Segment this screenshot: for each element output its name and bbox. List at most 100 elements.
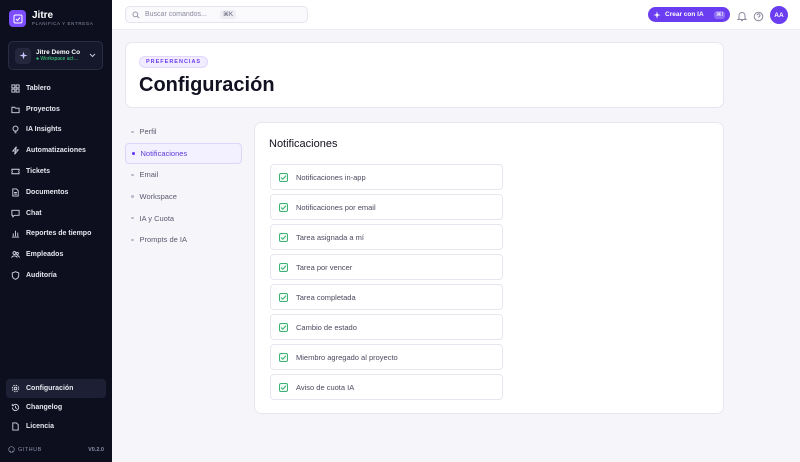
sidebar-footer: GITHUB V0.2.0 (8, 446, 104, 453)
sidebar-item-label: Chat (26, 209, 42, 217)
sidebar-item-licencia[interactable]: Licencia (6, 417, 106, 436)
settings-tab-email[interactable]: Email (125, 164, 242, 186)
sidebar-nav: Tablero Proyectos IA Insights Automatiza… (6, 78, 106, 286)
sidebar-item-label: Configuración (26, 385, 74, 392)
sidebar-item-tickets[interactable]: Tickets (6, 161, 106, 182)
sidebar-item-auditoria[interactable]: Auditoría (6, 265, 106, 286)
ai-button-label: Crear con IA (665, 11, 704, 18)
notification-toggle[interactable]: Notificaciones in-app (270, 164, 503, 190)
bullet-icon (131, 216, 134, 220)
section-pill: PREFERENCIAS (139, 56, 209, 68)
notification-label: Miembro agregado al proyecto (296, 352, 398, 362)
brand-tagline: PLANIFICA Y ENTREGA (32, 21, 94, 26)
notification-label: Aviso de cuota IA (296, 382, 355, 392)
settings-tab-label: Email (139, 170, 159, 180)
document-icon (12, 188, 19, 197)
notification-toggle[interactable]: Cambio de estado (270, 314, 503, 340)
lightbulb-icon (12, 126, 19, 134)
settings-tab-prompts-ia[interactable]: Prompts de IA (125, 229, 242, 251)
topbar: ⌘K Crear con IA ⌘I AA (112, 0, 800, 30)
sidebar-item-label: IA Insights (26, 126, 62, 134)
checkbox-checked-icon[interactable] (279, 262, 288, 272)
notification-label: Notificaciones por email (296, 202, 376, 212)
sidebar-item-documentos[interactable]: Documentos (6, 182, 106, 203)
sidebar-item-label: Proyectos (26, 105, 60, 113)
checkbox-checked-icon[interactable] (279, 202, 288, 212)
settings-tab-label: Notificaciones (140, 148, 188, 158)
notification-toggle[interactable]: Aviso de cuota IA (270, 374, 503, 400)
help-icon[interactable] (753, 9, 764, 27)
settings-tab-ia-cuota[interactable]: IA y Cuota (125, 207, 242, 229)
notification-label: Tarea por vencer (296, 262, 353, 272)
sidebar-item-label: Reportes de tiempo (26, 230, 92, 238)
sidebar-item-automatizaciones[interactable]: Automatizaciones (6, 140, 106, 161)
users-icon (11, 251, 20, 259)
notification-toggle[interactable]: Tarea por vencer (270, 254, 503, 280)
create-with-ai-button[interactable]: Crear con IA ⌘I (648, 7, 730, 22)
avatar[interactable]: AA (770, 6, 788, 24)
sidebar-item-proyectos[interactable]: Proyectos (6, 99, 106, 120)
sidebar-item-label: Automatizaciones (26, 147, 86, 155)
checkbox-checked-icon[interactable] (279, 172, 288, 182)
sparkle-icon (653, 10, 661, 19)
sidebar-item-label: Auditoría (26, 272, 57, 280)
sidebar-item-ia-insights[interactable]: IA Insights (6, 120, 106, 141)
grid-icon (11, 84, 20, 93)
ticket-icon (11, 168, 20, 175)
search-input[interactable] (145, 11, 215, 18)
sidebar-item-changelog[interactable]: Changelog (6, 398, 106, 417)
sidebar-bottom-nav: Configuración Changelog Licencia (6, 379, 106, 436)
sidebar-item-label: Empleados (26, 251, 64, 259)
notification-label: Notificaciones in-app (296, 172, 366, 182)
ai-button-shortcut: ⌘I (713, 10, 725, 19)
workspace-status: ● Workspace act… (36, 56, 79, 62)
sidebar-item-label: Tickets (26, 168, 50, 176)
sidebar: Jitre PLANIFICA Y ENTREGA Jitre Demo Co … (0, 0, 112, 462)
settings-tab-label: Workspace (139, 192, 177, 202)
bullet-icon (132, 152, 135, 155)
checkbox-checked-icon[interactable] (279, 232, 288, 242)
checkbox-checked-icon[interactable] (279, 292, 288, 302)
workspace-switcher[interactable]: Jitre Demo Co ● Workspace act… (8, 41, 103, 70)
sidebar-item-chat[interactable]: Chat (6, 203, 106, 224)
notifications-panel: Notificaciones Notificaciones in-app Not… (254, 122, 724, 414)
settings-tab-label: Prompts de IA (139, 235, 188, 245)
sidebar-item-configuracion[interactable]: Configuración (6, 379, 106, 398)
settings-tab-notificaciones[interactable]: Notificaciones (125, 142, 242, 165)
command-search[interactable]: ⌘K (125, 6, 308, 23)
bolt-icon (11, 146, 20, 155)
history-icon (11, 403, 20, 411)
page-title: Configuración (139, 74, 275, 96)
checkbox-checked-icon[interactable] (279, 352, 288, 362)
checkbox-checked-icon[interactable] (279, 322, 288, 332)
page-header: PREFERENCIAS Configuración (125, 42, 724, 108)
notification-label: Tarea completada (296, 292, 356, 302)
notification-toggle[interactable]: Tarea completada (270, 284, 503, 310)
workspace-name: Jitre Demo Co (36, 49, 81, 56)
sidebar-item-empleados[interactable]: Empleados (6, 244, 106, 265)
bar-chart-icon (11, 231, 20, 239)
bullet-icon (131, 195, 134, 198)
version-label: V0.2.0 (88, 446, 104, 453)
chevron-down-icon (88, 53, 96, 58)
bullet-icon (131, 238, 134, 242)
sidebar-item-reportes[interactable]: Reportes de tiempo (6, 224, 106, 245)
notifications-bell-icon[interactable] (736, 9, 748, 27)
brand[interactable]: Jitre PLANIFICA Y ENTREGA (9, 10, 94, 27)
settings-tab-workspace[interactable]: Workspace (125, 186, 242, 208)
checkbox-checked-icon[interactable] (279, 382, 288, 392)
bullet-icon (131, 130, 134, 134)
chat-icon (11, 209, 20, 218)
file-icon (12, 422, 19, 431)
settings-tab-label: Perfil (139, 127, 157, 137)
sidebar-item-tablero[interactable]: Tablero (6, 78, 106, 99)
settings-tab-perfil[interactable]: Perfil (125, 121, 242, 143)
sidebar-item-label: Licencia (26, 423, 55, 430)
github-link[interactable]: GITHUB (8, 446, 42, 453)
search-icon (132, 11, 140, 19)
sidebar-item-label: Changelog (26, 404, 63, 411)
notification-toggle[interactable]: Miembro agregado al proyecto (270, 344, 503, 370)
sparkle-icon (15, 47, 31, 64)
notification-toggle[interactable]: Tarea asignada a mí (270, 224, 503, 250)
notification-toggle[interactable]: Notificaciones por email (270, 194, 503, 220)
